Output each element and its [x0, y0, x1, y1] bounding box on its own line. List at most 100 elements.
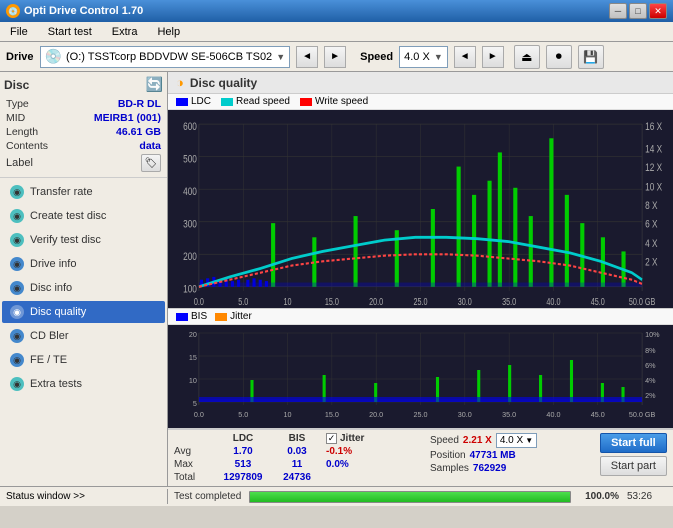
svg-text:100: 100: [183, 283, 197, 296]
svg-text:8 X: 8 X: [645, 200, 658, 213]
position-stat-label: Position: [430, 450, 466, 461]
toolbar-save-button[interactable]: 💾: [578, 45, 604, 69]
status-left: Status window >>: [0, 489, 168, 504]
disc-contents-value: data: [139, 140, 161, 152]
svg-text:35.0: 35.0: [502, 296, 516, 307]
speed-stats: Speed 2.21 X 4.0 X ▼ Position 47731 MB S…: [430, 433, 537, 474]
svg-text:400: 400: [183, 186, 197, 199]
nav-fe-te[interactable]: ◉ FE / TE: [2, 349, 165, 371]
close-button[interactable]: ✕: [649, 3, 667, 19]
maximize-button[interactable]: □: [629, 3, 647, 19]
avg-label: Avg: [174, 446, 214, 457]
svg-text:4%: 4%: [645, 377, 656, 385]
menu-file[interactable]: File: [4, 24, 34, 40]
speed-stat-select[interactable]: 4.0 X ▼: [496, 433, 537, 448]
svg-text:10: 10: [189, 377, 197, 385]
total-label: Total: [174, 472, 214, 483]
svg-text:30.0: 30.0: [458, 296, 472, 307]
legend-ldc-color: [176, 98, 188, 106]
nav-create-test-disc-label: Create test disc: [30, 210, 106, 222]
menu-start-test[interactable]: Start test: [42, 24, 98, 40]
legend-write-speed-label: Write speed: [315, 96, 368, 107]
start-full-button[interactable]: Start full: [600, 433, 667, 453]
drive-prev-button[interactable]: ◄: [296, 46, 318, 68]
svg-text:4 X: 4 X: [645, 238, 658, 251]
nav-disc-quality[interactable]: ◉ Disc quality: [2, 301, 165, 323]
disc-contents-label: Contents: [6, 140, 48, 152]
nav-disc-info-icon: ◉: [10, 281, 24, 295]
svg-text:10: 10: [284, 411, 292, 419]
drive-cd-icon: 💿: [45, 48, 62, 65]
nav-create-test-disc-icon: ◉: [10, 209, 24, 223]
svg-text:20.0: 20.0: [369, 411, 383, 419]
legend-read-speed: Read speed: [221, 96, 290, 107]
disc-length-value: 46.61 GB: [116, 126, 161, 138]
status-percent: 100.0%: [579, 491, 619, 502]
bis-max: 11: [272, 459, 322, 470]
svg-text:6%: 6%: [645, 362, 656, 370]
disc-label-button[interactable]: 🏷: [141, 154, 161, 172]
status-window-label: Status window >>: [6, 491, 85, 502]
nav-cd-bler[interactable]: ◉ CD Bler: [2, 325, 165, 347]
svg-text:15.0: 15.0: [325, 296, 339, 307]
toolbar-eject-button[interactable]: ⏏: [514, 45, 540, 69]
legend-ldc: LDC: [176, 96, 211, 107]
nav-verify-test-disc[interactable]: ◉ Verify test disc: [2, 229, 165, 251]
drive-dropdown-icon: ▼: [276, 52, 285, 62]
stats-total-row: Total 1297809 24736: [174, 472, 416, 483]
nav-transfer-rate[interactable]: ◉ Transfer rate: [2, 181, 165, 203]
nav-extra-tests[interactable]: ◉ Extra tests: [2, 373, 165, 395]
nav-fe-te-label: FE / TE: [30, 354, 67, 366]
svg-text:25.0: 25.0: [413, 296, 427, 307]
nav-drive-info[interactable]: ◉ Drive info: [2, 253, 165, 275]
svg-text:40.0: 40.0: [546, 411, 560, 419]
speed-prev-button[interactable]: ◄: [454, 46, 476, 68]
speed-stat-dropdown-icon: ▼: [525, 436, 533, 445]
nav-create-test-disc[interactable]: ◉ Create test disc: [2, 205, 165, 227]
drive-next-button[interactable]: ►: [324, 46, 346, 68]
drive-label: Drive: [6, 51, 34, 63]
svg-text:6 X: 6 X: [645, 218, 658, 231]
status-time: 53:26: [627, 491, 667, 502]
speed-next-button[interactable]: ►: [482, 46, 504, 68]
samples-stat-row: Samples 762929: [430, 463, 537, 474]
menu-extra[interactable]: Extra: [106, 24, 144, 40]
svg-text:20.0: 20.0: [369, 296, 383, 307]
svg-text:12 X: 12 X: [645, 162, 662, 175]
start-part-button[interactable]: Start part: [600, 456, 667, 476]
nav-fe-te-icon: ◉: [10, 353, 24, 367]
bottom-legend: BIS Jitter: [168, 309, 673, 325]
content-area: ◑ Disc quality LDC Read speed Write spee…: [168, 72, 673, 486]
disc-section: Disc 🔄 Type BD-R DL MID MEIRB1 (001) Len…: [0, 72, 167, 178]
svg-text:10%: 10%: [645, 331, 660, 339]
svg-text:2%: 2%: [645, 392, 656, 400]
disc-type-value: BD-R DL: [118, 98, 161, 110]
samples-stat-label: Samples: [430, 463, 469, 474]
disc-refresh-icon[interactable]: 🔄: [146, 76, 163, 93]
nav-disc-info[interactable]: ◉ Disc info: [2, 277, 165, 299]
menu-help[interactable]: Help: [151, 24, 186, 40]
svg-text:15.0: 15.0: [325, 411, 339, 419]
title-bar: 💿 Opti Drive Control 1.70 ─ □ ✕: [0, 0, 673, 22]
legend-bis: BIS: [176, 311, 207, 322]
svg-text:0.0: 0.0: [194, 296, 204, 307]
svg-text:5: 5: [193, 400, 197, 408]
legend-ldc-label: LDC: [191, 96, 211, 107]
svg-text:600: 600: [183, 121, 197, 134]
toolbar-record-button[interactable]: ⏺: [546, 45, 572, 69]
top-chart: 600 500 400 300 200 100 16 X 14 X 12 X 1…: [168, 110, 673, 309]
status-bar: Status window >> Test completed 100.0% 5…: [0, 486, 673, 506]
top-legend: LDC Read speed Write speed: [168, 94, 673, 110]
drive-selector[interactable]: 💿 (O:) TSSTcorp BDDVDW SE-506CB TS02 ▼: [40, 46, 291, 68]
app-icon: 💿: [6, 4, 20, 18]
progress-bar: [249, 491, 571, 503]
legend-jitter-label: Jitter: [230, 311, 252, 322]
position-stat-value: 47731 MB: [470, 450, 516, 461]
charts-container: 600 500 400 300 200 100 16 X 14 X 12 X 1…: [168, 110, 673, 429]
svg-text:45.0: 45.0: [591, 296, 605, 307]
minimize-button[interactable]: ─: [609, 3, 627, 19]
main-layout: Disc 🔄 Type BD-R DL MID MEIRB1 (001) Len…: [0, 72, 673, 486]
jitter-checkbox[interactable]: ✓: [326, 433, 337, 444]
speed-selector[interactable]: 4.0 X ▼: [399, 46, 448, 68]
speed-label: Speed: [360, 51, 393, 63]
